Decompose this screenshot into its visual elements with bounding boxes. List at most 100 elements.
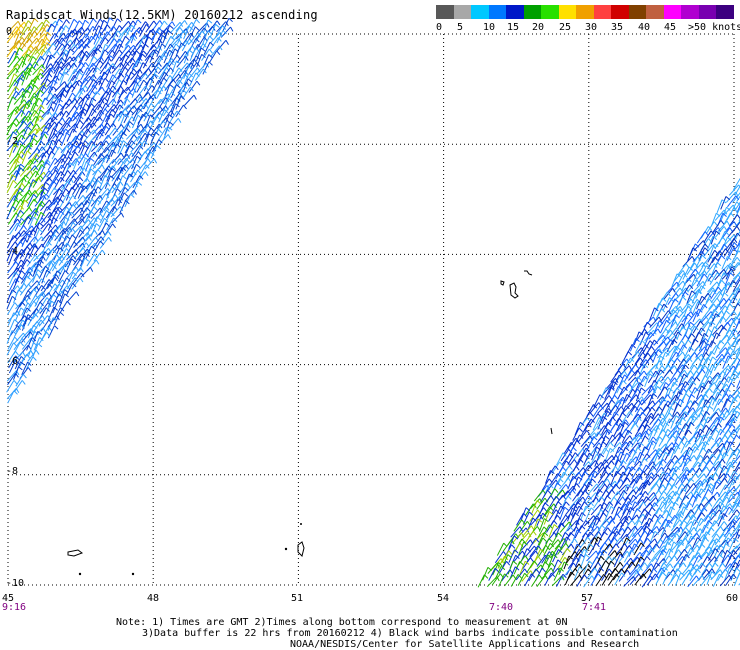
wind-barb-flag xyxy=(48,199,53,205)
wind-barb-flag xyxy=(65,25,70,30)
wind-barb xyxy=(588,425,599,437)
wind-barb xyxy=(578,430,588,442)
wind-barb-flag xyxy=(668,412,673,418)
wind-barb xyxy=(6,67,17,80)
wind-barb-flag xyxy=(208,61,213,66)
wind-barb-flag xyxy=(694,352,698,357)
wind-barb-flag xyxy=(72,175,77,180)
wind-barb-flag xyxy=(726,220,730,226)
wind-barb-flag xyxy=(65,188,70,193)
wind-barb-flag xyxy=(565,484,570,489)
wind-barb-flag xyxy=(20,24,25,30)
wind-barb-flag xyxy=(722,562,726,568)
wind-barb-flag xyxy=(104,37,109,42)
wind-barb-flag xyxy=(591,478,597,483)
wind-barb-flag xyxy=(144,43,149,48)
wind-barb xyxy=(84,141,93,154)
wind-barb-flag xyxy=(695,473,699,479)
wind-barb-flag xyxy=(511,544,516,549)
wind-barb-flag xyxy=(38,97,43,103)
wind-barb-flag xyxy=(716,262,722,267)
wind-barb-flag xyxy=(139,68,143,74)
wind-barb xyxy=(525,503,534,516)
wind-barb-flag xyxy=(50,106,55,112)
wind-barb-flag xyxy=(101,164,105,170)
wind-barb-flag xyxy=(626,477,631,483)
wind-barb-flag xyxy=(721,458,726,464)
wind-barb-flag xyxy=(619,562,624,567)
wind-barb-flag xyxy=(60,61,65,66)
wind-barb-flag xyxy=(681,340,686,345)
wind-barb xyxy=(714,562,723,576)
wind-barb-flag xyxy=(14,350,19,356)
wind-barb-flag xyxy=(125,35,130,41)
wind-barb-flag xyxy=(541,567,546,573)
wind-barb-flag xyxy=(95,259,100,265)
wind-barb-flag xyxy=(79,277,84,283)
wind-barb-flag xyxy=(614,394,619,400)
wind-barb-flag xyxy=(216,50,221,56)
wind-barb-flag xyxy=(690,321,695,326)
wind-barb-flag xyxy=(674,365,678,371)
wind-barb-flag xyxy=(75,249,79,255)
wind-barb-flag xyxy=(720,220,725,225)
wind-barb-flag xyxy=(153,158,158,164)
wind-barb-flag xyxy=(736,567,740,572)
wind-barb-flag xyxy=(524,555,529,561)
wind-barb-flag xyxy=(101,86,106,92)
wind-barb-flag xyxy=(114,194,119,200)
wind-barb-flag xyxy=(12,180,18,185)
wind-barb-flag xyxy=(626,393,632,398)
wind-barb xyxy=(716,326,724,340)
wind-barb-flag xyxy=(494,567,499,573)
wind-barb-flag xyxy=(107,231,112,236)
wind-barb-flag xyxy=(23,120,28,126)
wind-barb-flag xyxy=(48,292,52,298)
wind-barb xyxy=(657,477,665,491)
wind-barb xyxy=(692,332,700,346)
wind-barb-flag xyxy=(550,495,555,501)
wind-barb-flag xyxy=(609,543,613,549)
wind-barb-flag xyxy=(80,267,84,273)
wind-barb-flag xyxy=(148,36,153,41)
wind-barb-flag xyxy=(665,382,670,387)
wind-barb-flag xyxy=(630,369,635,374)
wind-barb-flag xyxy=(721,279,726,285)
wind-barb-flag xyxy=(553,524,559,529)
wind-barb xyxy=(6,330,13,344)
wind-barb-flag xyxy=(701,368,706,374)
wind-barb-flag xyxy=(126,183,131,188)
wind-barb-flag xyxy=(693,364,698,370)
wind-barb-flag xyxy=(638,520,643,525)
wind-barb-flag xyxy=(661,365,666,370)
wind-barb-flag xyxy=(46,158,51,164)
wind-barb-flag xyxy=(651,346,655,351)
wind-barb-flag xyxy=(129,145,134,150)
wind-barb xyxy=(668,298,676,312)
wind-barb-flag xyxy=(700,423,705,428)
wind-barb xyxy=(72,242,84,254)
wind-barb-flag xyxy=(687,388,693,394)
wind-barb-flag xyxy=(167,134,172,140)
wind-barb-flag xyxy=(646,526,651,531)
wind-barb-flag xyxy=(33,193,38,199)
wind-barb-flag xyxy=(88,236,92,241)
wind-barb-flag xyxy=(536,526,541,531)
wind-barb-flag xyxy=(46,37,51,43)
wind-barb-flag xyxy=(684,548,688,554)
wind-barb xyxy=(551,575,563,587)
wind-barb-flag xyxy=(93,206,98,211)
wind-barb-flag xyxy=(718,408,722,413)
wind-barb-flag xyxy=(116,143,121,149)
wind-barb-flag xyxy=(667,428,672,434)
wind-barb-flag xyxy=(680,441,685,446)
wind-barb xyxy=(516,512,524,526)
wind-barb xyxy=(119,44,129,57)
wind-barb xyxy=(46,187,55,200)
wind-barb-flag xyxy=(144,171,149,177)
wind-barb-flag xyxy=(13,390,18,395)
wind-barb-flag xyxy=(28,206,33,212)
wind-barb-flag xyxy=(730,382,735,387)
wind-barb xyxy=(491,573,501,586)
wind-barb-flag xyxy=(58,103,64,108)
